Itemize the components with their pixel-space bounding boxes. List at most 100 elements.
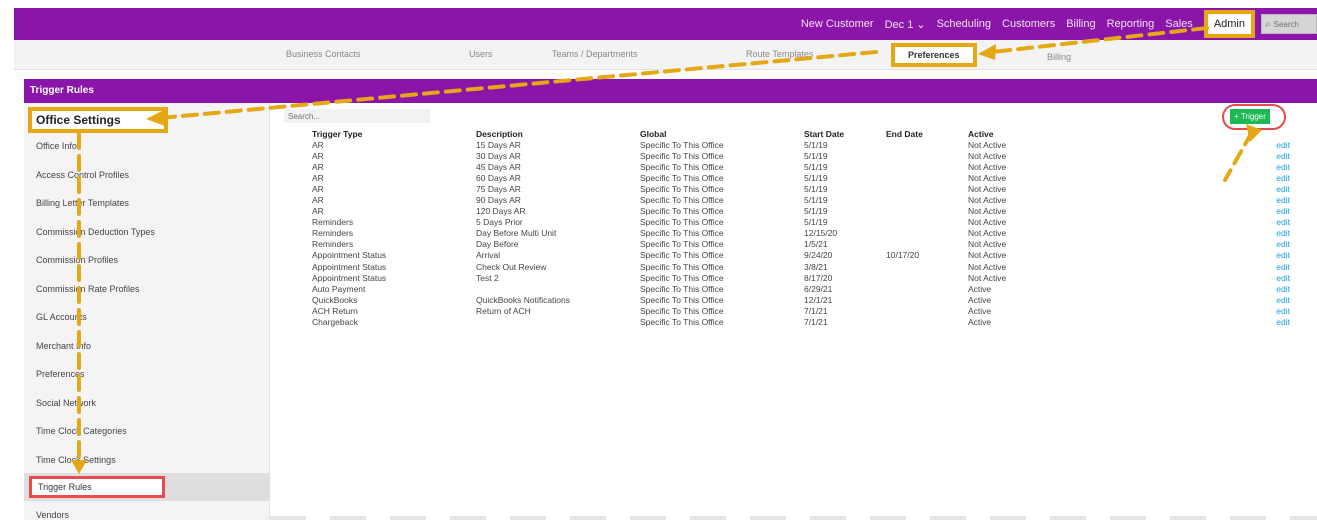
cell-global: Specific To This Office [640, 184, 724, 195]
sidebar-item-social-network[interactable]: Social Network [36, 398, 96, 408]
cell-trigger-type: AR [312, 162, 324, 173]
cell-start-date: 1/5/21 [804, 239, 828, 250]
sidebar-item-vendors[interactable]: Vendors [36, 510, 69, 520]
cell-start-date: 5/1/19 [804, 206, 828, 217]
cell-start-date: 7/1/21 [804, 305, 828, 316]
panel-title: Trigger Rules [24, 79, 1317, 103]
cell-trigger-type: AR [312, 195, 324, 206]
sidebar-item-commission-deduction-types[interactable]: Commission Deduction Types [36, 227, 155, 237]
edit-link[interactable]: edit [1150, 262, 1290, 273]
edit-link[interactable]: edit [1150, 306, 1290, 317]
edit-link[interactable]: edit [1150, 184, 1290, 195]
cell-active: Not Active [968, 195, 1007, 206]
sidebar-item-merchant-info[interactable]: Merchant Info [36, 341, 91, 351]
edit-link[interactable]: edit [1150, 173, 1290, 184]
nav-reporting[interactable]: Reporting [1107, 18, 1155, 30]
cell-trigger-type: Appointment Status [312, 272, 387, 283]
table-row: AR 90 Days AR Specific To This Office 5/1/1… [312, 195, 1290, 206]
top-nav: New Customer Dec 1 ⌄ Scheduling Customer… [801, 8, 1317, 40]
edit-link[interactable]: edit [1150, 250, 1290, 261]
edit-link[interactable]: edit [1150, 284, 1290, 295]
cell-active: Not Active [968, 151, 1007, 162]
edit-link[interactable]: edit [1150, 162, 1290, 173]
col-trigger-type[interactable]: Trigger Type [312, 129, 476, 140]
table-row: Appointment Status Check Out Review Specif… [312, 262, 1290, 273]
cell-active: Active [968, 305, 992, 316]
table-header-row: Trigger Type Description Global Start Da… [312, 129, 1290, 140]
cell-trigger-type: Reminders [312, 239, 354, 250]
sidebar-item-access-control-profiles[interactable]: Access Control Profiles [36, 170, 129, 180]
cell-start-date: 6/29/21 [804, 283, 833, 294]
cell-start-date: 5/1/19 [804, 140, 828, 151]
top-nav-bar: New Customer Dec 1 ⌄ Scheduling Customer… [14, 8, 1317, 40]
table-row: Appointment Status Test 2 Specific To This… [312, 273, 1290, 284]
cell-trigger-type: QuickBooks [312, 294, 358, 305]
trigger-search-input[interactable] [284, 109, 430, 123]
edit-link[interactable]: edit [1150, 228, 1290, 239]
sidebar-item-billing-letter-templates[interactable]: Billing Letter Templates [36, 198, 129, 208]
cell-trigger-type: Auto Payment [312, 283, 366, 294]
cell-global: Specific To This Office [640, 261, 724, 272]
sidebar-item-time-clock-categories[interactable]: Time Clock Categories [36, 426, 127, 436]
cell-trigger-type: AR [312, 206, 324, 217]
search-icon: ⌕ [1265, 18, 1271, 30]
sidebar-item-commission-profiles[interactable]: Commission Profiles [36, 255, 118, 265]
cell-active: Not Active [968, 206, 1007, 217]
nav-new-customer[interactable]: New Customer [801, 18, 874, 30]
edit-link[interactable]: edit [1150, 239, 1290, 250]
add-trigger-button[interactable]: + Trigger [1230, 109, 1270, 124]
cell-active: Not Active [968, 162, 1007, 173]
nav-sales[interactable]: Sales [1165, 18, 1193, 30]
table-row: Auto Payment Specific To This Office 6/29/… [312, 284, 1290, 295]
nav-date-dropdown[interactable]: Dec 1 ⌄ [885, 18, 926, 31]
subnav-teams-departments[interactable]: Teams / Departments [552, 49, 638, 59]
edit-link[interactable]: edit [1150, 217, 1290, 228]
subnav-preferences[interactable]: Preferences [891, 43, 977, 67]
nav-customers[interactable]: Customers [1002, 18, 1055, 30]
cell-active: Active [968, 316, 992, 327]
cell-global: Specific To This Office [640, 316, 724, 327]
edit-link[interactable]: edit [1150, 317, 1290, 328]
edit-link[interactable]: edit [1150, 151, 1290, 162]
cell-end-date [886, 184, 968, 195]
cell-description [476, 284, 640, 295]
sidebar-item-office-info[interactable]: Office Info [36, 141, 77, 151]
global-search[interactable]: ⌕ [1261, 14, 1317, 34]
edit-link[interactable]: edit [1150, 140, 1290, 151]
nav-scheduling[interactable]: Scheduling [937, 18, 991, 30]
edit-link[interactable]: edit [1150, 206, 1290, 217]
subnav-billing[interactable]: Billing [1047, 52, 1071, 62]
cell-end-date [886, 140, 968, 151]
sidebar-item-preferences[interactable]: Preferences [36, 369, 85, 379]
cell-start-date: 5/1/19 [804, 162, 828, 173]
edit-link[interactable]: edit [1150, 295, 1290, 306]
nav-billing[interactable]: Billing [1066, 18, 1095, 30]
cell-start-date: 5/1/19 [804, 173, 828, 184]
edit-link[interactable]: edit [1150, 195, 1290, 206]
edit-link[interactable]: edit [1150, 273, 1290, 284]
table-row: AR 120 Days AR Specific To This Office 5/1/… [312, 206, 1290, 217]
table-row: Reminders Day Before Specific To This Offi… [312, 239, 1290, 250]
sidebar-item-time-clock-settings[interactable]: Time Clock Settings [36, 455, 116, 465]
col-active[interactable]: Active [968, 129, 1150, 140]
cell-end-date [886, 306, 968, 317]
col-description[interactable]: Description [476, 129, 640, 140]
subnav-route-templates[interactable]: Route Templates [746, 49, 813, 59]
table-row: QuickBooks QuickBooks Notifications Specif… [312, 295, 1290, 306]
cell-trigger-type: Chargeback [312, 316, 358, 327]
nav-admin-tab[interactable]: Admin [1203, 10, 1255, 38]
col-start-date[interactable]: Start Date [804, 129, 886, 140]
sidebar-item-gl-accounts[interactable]: GL Accounts [36, 312, 87, 322]
cell-end-date [886, 295, 968, 306]
subnav-business-contacts[interactable]: Business Contacts [286, 49, 361, 59]
sidebar-item-commission-rate-profiles[interactable]: Commission Rate Profiles [36, 284, 140, 294]
col-global[interactable]: Global [640, 129, 804, 140]
cell-start-date: 3/8/21 [804, 261, 828, 272]
cell-start-date: 12/1/21 [804, 294, 833, 305]
cell-active: Active [968, 283, 992, 294]
sidebar-item-trigger-rules[interactable]: Trigger Rules [29, 476, 165, 498]
cell-active: Not Active [968, 184, 1007, 195]
subnav-users[interactable]: Users [469, 49, 493, 59]
global-search-input[interactable] [1273, 19, 1310, 29]
col-end-date[interactable]: End Date [886, 129, 968, 140]
